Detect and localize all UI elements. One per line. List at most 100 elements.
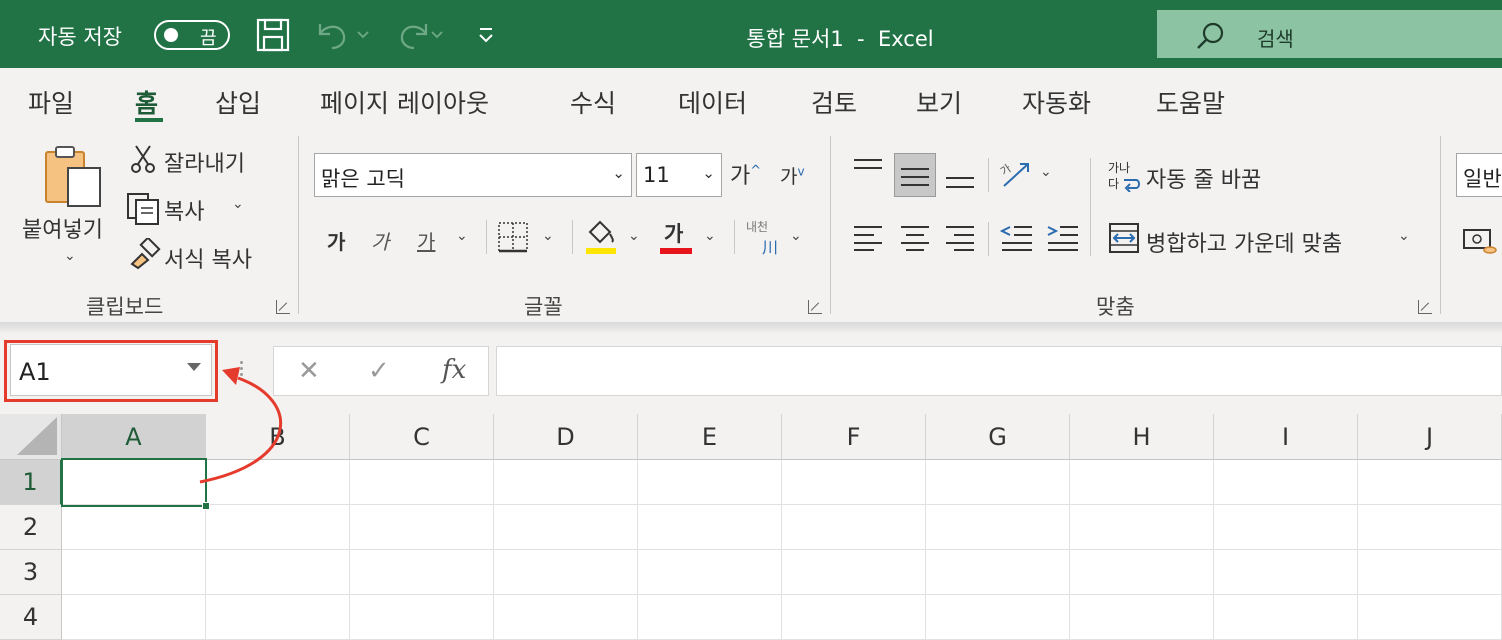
search-box[interactable]: 검색 (1157, 10, 1502, 58)
format-painter-button[interactable]: 서식 복사 (164, 242, 252, 274)
cell-i4[interactable] (1214, 595, 1358, 640)
formula-input[interactable] (496, 346, 1502, 396)
alignment-dialog-launcher-icon[interactable] (1418, 300, 1432, 314)
cell-h3[interactable] (1070, 550, 1214, 595)
cell-b3[interactable] (206, 550, 350, 595)
underline-button[interactable]: 가 (417, 226, 435, 255)
cell-e3[interactable] (638, 550, 782, 595)
cell-f3[interactable] (782, 550, 926, 595)
row-header-4[interactable]: 4 (0, 595, 62, 640)
cell-h4[interactable] (1070, 595, 1214, 640)
tab-file[interactable]: 파일 (28, 84, 74, 120)
cell-e2[interactable] (638, 505, 782, 550)
cell-f2[interactable] (782, 505, 926, 550)
column-header-b[interactable]: B (206, 414, 350, 460)
enter-check-icon[interactable]: ✓ (368, 356, 390, 386)
cell-j1[interactable] (1358, 460, 1502, 505)
select-all-button[interactable] (0, 414, 62, 460)
top-align-icon[interactable] (852, 156, 884, 190)
decrease-indent-icon[interactable] (999, 222, 1034, 256)
cell-i1[interactable] (1214, 460, 1358, 505)
copy-dropdown-icon[interactable]: ⌄ (232, 196, 244, 212)
phonetic-dropdown-icon[interactable]: ⌄ (790, 228, 802, 244)
cell-g3[interactable] (926, 550, 1070, 595)
borders-icon[interactable] (497, 220, 529, 258)
cell-j2[interactable] (1358, 505, 1502, 550)
accounting-format-icon[interactable] (1462, 226, 1498, 260)
copy-button[interactable]: 복사 (164, 194, 204, 226)
cell-c2[interactable] (350, 505, 494, 550)
cell-g2[interactable] (926, 505, 1070, 550)
cell-g1[interactable] (926, 460, 1070, 505)
middle-align-icon[interactable] (899, 160, 931, 194)
row-header-1[interactable]: 1 (0, 460, 62, 505)
font-name-combo[interactable]: 맑은 고딕 ⌄ (314, 153, 632, 197)
cell-i3[interactable] (1214, 550, 1358, 595)
merge-center-button[interactable]: 병합하고 가운데 맞춤 (1146, 226, 1342, 258)
tab-data[interactable]: 데이터 (678, 84, 747, 120)
cell-d2[interactable] (494, 505, 638, 550)
cell-h1[interactable] (1070, 460, 1214, 505)
tab-view[interactable]: 보기 (916, 84, 962, 120)
underline-dropdown-icon[interactable]: ⌄ (456, 228, 468, 244)
borders-dropdown-icon[interactable]: ⌄ (542, 228, 554, 244)
cell-j3[interactable] (1358, 550, 1502, 595)
fill-handle[interactable] (202, 502, 210, 510)
cell-g4[interactable] (926, 595, 1070, 640)
row-header-3[interactable]: 3 (0, 550, 62, 595)
cell-b4[interactable] (206, 595, 350, 640)
orientation-dropdown-icon[interactable]: ⌄ (1040, 164, 1052, 180)
font-dialog-launcher-icon[interactable] (808, 300, 822, 314)
customize-qat-icon[interactable] (476, 26, 496, 50)
tab-review[interactable]: 검토 (811, 84, 857, 120)
cell-d4[interactable] (494, 595, 638, 640)
cell-d1[interactable] (494, 460, 638, 505)
row-header-2[interactable]: 2 (0, 505, 62, 550)
active-cell-a1[interactable] (61, 458, 210, 510)
merge-dropdown-icon[interactable]: ⌄ (1398, 228, 1410, 244)
cell-b2[interactable] (206, 505, 350, 550)
cell-f1[interactable] (782, 460, 926, 505)
cell-h2[interactable] (1070, 505, 1214, 550)
cancel-icon[interactable]: ✕ (298, 356, 320, 386)
align-left-icon[interactable] (852, 222, 884, 256)
column-header-f[interactable]: F (782, 414, 926, 460)
column-header-d[interactable]: D (494, 414, 638, 460)
tab-automate[interactable]: 자동화 (1022, 84, 1091, 120)
column-header-c[interactable]: C (350, 414, 494, 460)
cell-a2[interactable] (62, 505, 206, 550)
cell-d3[interactable] (494, 550, 638, 595)
column-header-e[interactable]: E (638, 414, 782, 460)
cell-c4[interactable] (350, 595, 494, 640)
tab-help[interactable]: 도움말 (1156, 84, 1225, 120)
column-header-g[interactable]: G (926, 414, 1070, 460)
align-center-icon[interactable] (899, 222, 931, 256)
formula-bar-resize-handle[interactable] (238, 358, 244, 382)
font-size-combo[interactable]: 11 ⌄ (636, 153, 722, 197)
font-color-dropdown-icon[interactable]: ⌄ (704, 228, 716, 244)
increase-font-button[interactable]: 가^ (730, 158, 761, 190)
tab-home[interactable]: 홈 (135, 84, 158, 120)
cut-button[interactable]: 잘라내기 (164, 146, 245, 178)
align-right-icon[interactable] (944, 222, 976, 256)
tab-page-layout[interactable]: 페이지 레이아웃 (320, 84, 489, 120)
cell-b1[interactable] (206, 460, 350, 505)
cell-e1[interactable] (638, 460, 782, 505)
redo-icon[interactable] (392, 20, 450, 54)
cell-f4[interactable] (782, 595, 926, 640)
decrease-font-button[interactable]: 가v (780, 162, 805, 189)
cell-c1[interactable] (350, 460, 494, 505)
cell-c3[interactable] (350, 550, 494, 595)
cell-i2[interactable] (1214, 505, 1358, 550)
insert-function-button[interactable]: fx (442, 355, 466, 385)
fill-color-dropdown-icon[interactable]: ⌄ (628, 228, 640, 244)
italic-button[interactable]: 가 (371, 226, 389, 255)
bold-button[interactable]: 가 (327, 226, 345, 255)
fill-color-icon[interactable] (584, 218, 618, 260)
increase-indent-icon[interactable] (1046, 222, 1080, 256)
tab-insert[interactable]: 삽입 (215, 84, 261, 120)
column-header-h[interactable]: H (1070, 414, 1214, 460)
cell-e4[interactable] (638, 595, 782, 640)
number-format-combo[interactable]: 일반 (1456, 153, 1502, 197)
undo-icon[interactable] (314, 20, 372, 54)
